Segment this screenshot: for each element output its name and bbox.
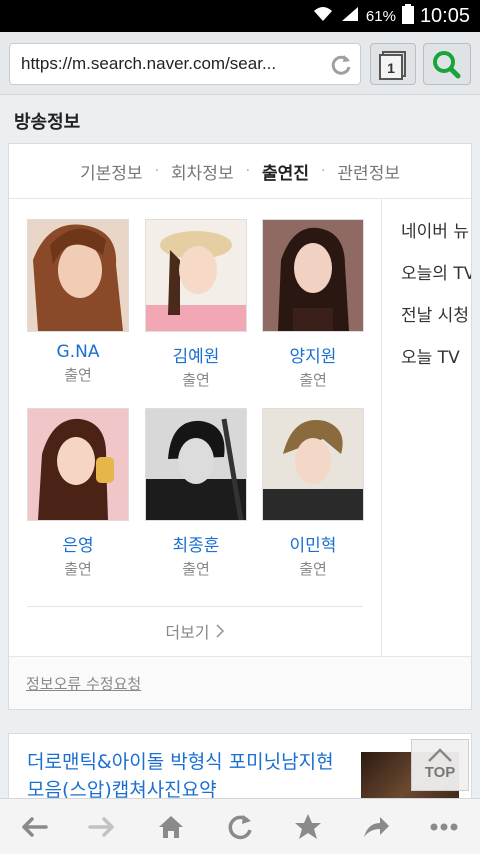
tab-separator: · — [245, 163, 251, 179]
related-link[interactable]: 오늘 TV — [391, 337, 471, 379]
scroll-top-button[interactable]: TOP — [411, 739, 469, 791]
cast-card[interactable]: 최종훈 출연 — [145, 408, 247, 579]
search-button[interactable] — [423, 43, 471, 85]
tab-separator: · — [320, 163, 326, 179]
status-bar: 61% 10:05 — [0, 0, 480, 32]
cast-photo[interactable] — [145, 408, 247, 521]
more-button[interactable]: 더보기 — [9, 619, 381, 643]
cast-photo[interactable] — [262, 408, 364, 521]
tab-separator: · — [154, 163, 160, 179]
article-headline[interactable]: 더로맨틱&아이돌 박형식 포미닛남지현 모음(스압)캡쳐사진요약 — [27, 748, 357, 804]
back-icon[interactable] — [18, 811, 50, 843]
reload-icon[interactable] — [328, 52, 354, 78]
cast-name[interactable]: 김예원 — [145, 342, 247, 367]
chevron-up-icon — [428, 748, 452, 762]
url-text[interactable]: https://m.search.naver.com/sear... — [21, 44, 276, 84]
cast-photo[interactable] — [27, 408, 129, 521]
cast-name[interactable]: 이민혁 — [262, 531, 364, 556]
cast-role: 출연 — [182, 371, 210, 389]
cast-name[interactable]: 은영 — [27, 531, 129, 556]
cast-card[interactable]: 김예원 출연 — [145, 219, 247, 390]
battery-icon — [401, 3, 414, 29]
cast-name[interactable]: G.NA — [27, 342, 129, 362]
signal-icon — [340, 5, 360, 28]
cast-name[interactable]: 양지원 — [262, 342, 364, 367]
broadcast-info-panel: 기본정보 · 회차정보 · 출연진 · 관련정보 G.NA 출연 김예원 출연 … — [8, 143, 472, 710]
chevron-right-icon — [215, 623, 225, 642]
forward-icon[interactable] — [86, 811, 118, 843]
tab-basic-info[interactable]: 기본정보 — [80, 159, 143, 184]
cast-role: 출연 — [299, 560, 327, 578]
related-link[interactable]: 네이버 뉴 — [391, 211, 471, 253]
refresh-icon[interactable] — [224, 811, 256, 843]
related-link[interactable]: 오늘의 TV — [391, 253, 471, 295]
tab-related-info[interactable]: 관련정보 — [337, 159, 400, 184]
cast-photo[interactable] — [27, 219, 129, 332]
tab-count: 1 — [387, 60, 395, 76]
info-tabs: 기본정보 · 회차정보 · 출연진 · 관련정보 — [9, 144, 471, 199]
cast-card[interactable]: 이민혁 출연 — [262, 408, 364, 579]
report-row: 정보오류 수정요청 — [9, 656, 471, 709]
cast-photo[interactable] — [262, 219, 364, 332]
cast-grid: G.NA 출연 김예원 출연 양지원 출연 은영 출연 최종훈 출연 이민혁 출… — [9, 199, 382, 657]
cast-card[interactable]: 은영 출연 — [27, 408, 129, 579]
search-icon — [433, 51, 461, 79]
cast-role: 출연 — [64, 560, 92, 578]
more-menu-icon[interactable] — [428, 811, 460, 843]
cast-name[interactable]: 최종훈 — [145, 531, 247, 556]
related-links: 네이버 뉴 오늘의 TV 전날 시청 오늘 TV — [391, 199, 471, 379]
related-link[interactable]: 전날 시청 — [391, 295, 471, 337]
share-icon[interactable] — [360, 811, 392, 843]
bookmark-star-icon[interactable] — [292, 811, 324, 843]
report-error-link[interactable]: 정보오류 수정요청 — [26, 673, 141, 694]
browser-bottom-bar — [0, 798, 480, 854]
more-label[interactable]: 더보기 — [165, 623, 209, 642]
home-icon[interactable] — [155, 811, 187, 843]
cast-role: 출연 — [299, 371, 327, 389]
wifi-icon — [312, 5, 334, 28]
top-label[interactable]: TOP — [412, 764, 468, 781]
tab-episode-info[interactable]: 회차정보 — [171, 159, 234, 184]
browser-toolbar: https://m.search.naver.com/sear... 1 — [0, 32, 480, 95]
cast-role: 출연 — [64, 366, 92, 384]
cast-photo[interactable] — [145, 219, 247, 332]
battery-percent: 61% — [365, 7, 396, 25]
cast-card[interactable]: 양지원 출연 — [262, 219, 364, 390]
tab-cast[interactable]: 출연진 — [262, 159, 309, 184]
cast-role: 출연 — [182, 560, 210, 578]
tabs-button[interactable]: 1 — [370, 43, 416, 85]
address-bar[interactable]: https://m.search.naver.com/sear... — [9, 43, 361, 85]
section-title: 방송정보 — [14, 112, 81, 133]
divider — [27, 606, 363, 607]
clock: 10:05 — [419, 4, 470, 27]
cast-card[interactable]: G.NA 출연 — [27, 219, 129, 385]
